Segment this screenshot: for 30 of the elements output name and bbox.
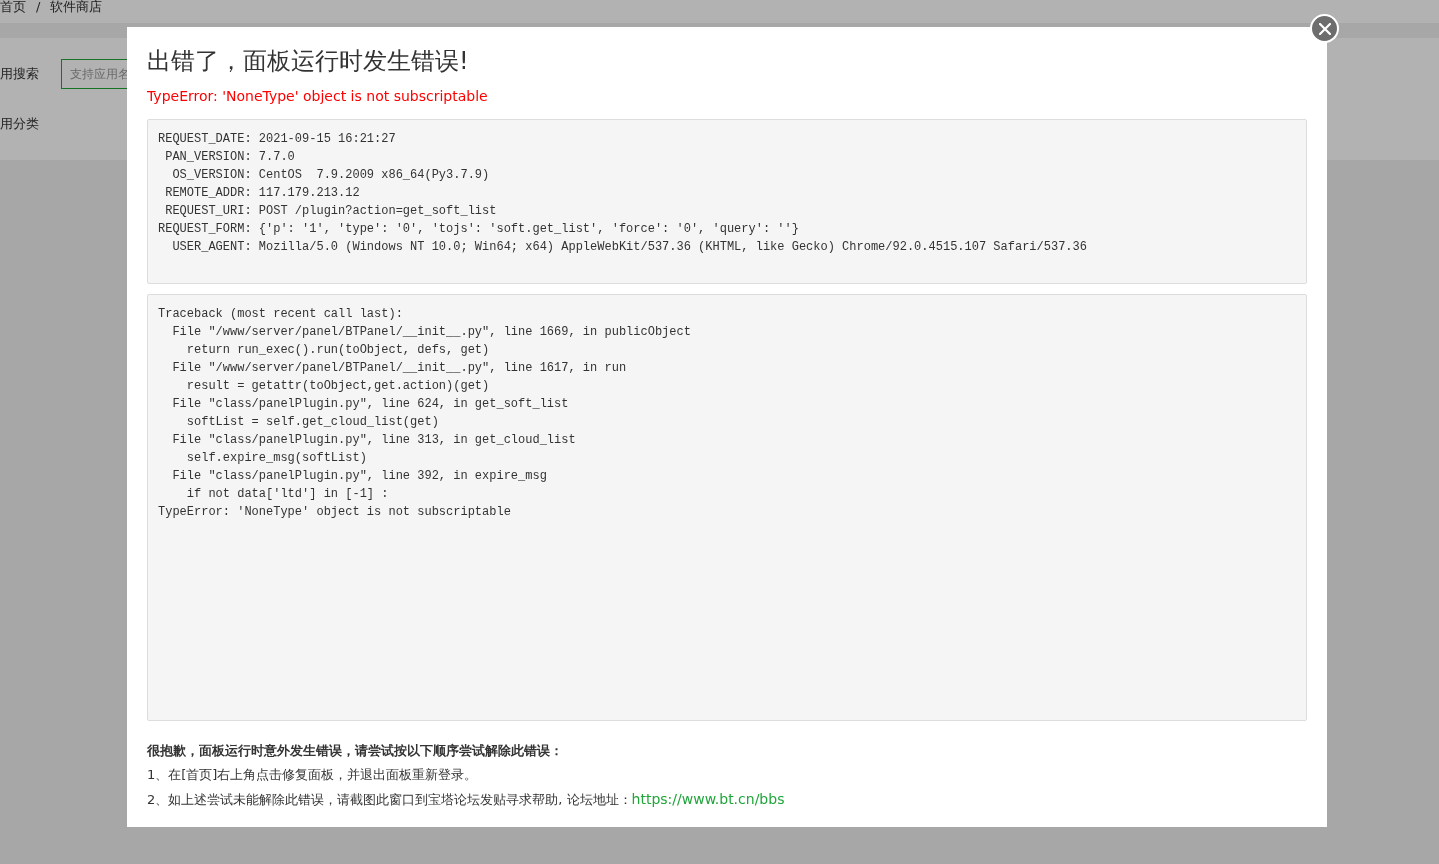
code-line: File "class/panelPlugin.py", line 624, in get_soft_list	[171, 396, 570, 413]
code-line: self.expire_msg(softList)	[185, 450, 368, 467]
code-line: OS_VERSION: CentOS 7.9.2009 x86_64(Py3.7.9)	[171, 167, 491, 184]
code-line: if not data['ltd'] in [-1] :	[185, 486, 390, 503]
code-line: REQUEST_URI: POST /plugin?action=get_soft_list	[164, 203, 498, 220]
code-line: File "class/panelPlugin.py", line 313, in get_cloud_list	[171, 432, 577, 449]
code-line: PAN_VERSION: 7.7.0	[164, 149, 296, 166]
code-line: softList = self.get_cloud_list(get)	[185, 414, 440, 431]
help-step: 1、在[首页]右上角点击修复面板，并退出面板重新登录。	[147, 763, 1307, 787]
code-line: USER_AGENT: Mozilla/5.0 (Windows NT 10.0; Win64; x64) AppleWebKit/537.36 (KHTML, like Gecko) Chrome/92.0.4515.107 Safari/537.36	[171, 239, 1088, 256]
code-line: File "/www/server/panel/BTPanel/__init__.py", line 1617, in run	[171, 360, 628, 377]
code-line: File "class/panelPlugin.py", line 392, in expire_msg	[171, 468, 548, 485]
code-line: REQUEST_DATE: 2021-09-15 16:21:27	[158, 131, 397, 148]
help-step: 2、如上述尝试未能解除此错误，请截图此窗口到宝塔论坛发贴寻求帮助, 论坛地址：https://www.bt.cn/bbs	[147, 787, 1307, 812]
breadcrumb-item[interactable]: 软件商店	[50, 0, 103, 13]
category-label: 用分类	[0, 115, 39, 134]
dialog-title: 出错了，面板运行时发生错误!	[147, 46, 470, 77]
code-line: File "/www/server/panel/BTPanel/__init__.py", line 1669, in publicObject	[171, 324, 692, 341]
code-line: return run_exec().run(toObject, defs, get)	[185, 342, 491, 359]
code-line: Traceback (most recent call last):	[158, 306, 404, 323]
error-message: TypeError: 'NoneType' object is not subscriptable	[147, 87, 489, 105]
help-heading: 很抱歉，面板运行时意外发生错误，请尝试按以下顺序尝试解除此错误：	[147, 742, 564, 760]
search-label: 用搜索	[0, 65, 39, 84]
code-line: REQUEST_FORM: {'p': '1', 'type': '0', 'tojs': 'soft.get_list', 'force': '0', 'query': ''}	[158, 221, 800, 238]
breadcrumb-item[interactable]: /	[36, 0, 41, 13]
close-icon	[1318, 22, 1331, 35]
code-line: result = getattr(toObject,get.action)(get)	[185, 378, 491, 395]
breadcrumb-item[interactable]: 首页	[0, 0, 26, 13]
code-line: TypeError: 'NoneType' object is not subscriptable	[158, 504, 512, 521]
code-line: REMOTE_ADDR: 117.179.213.12	[164, 185, 361, 202]
